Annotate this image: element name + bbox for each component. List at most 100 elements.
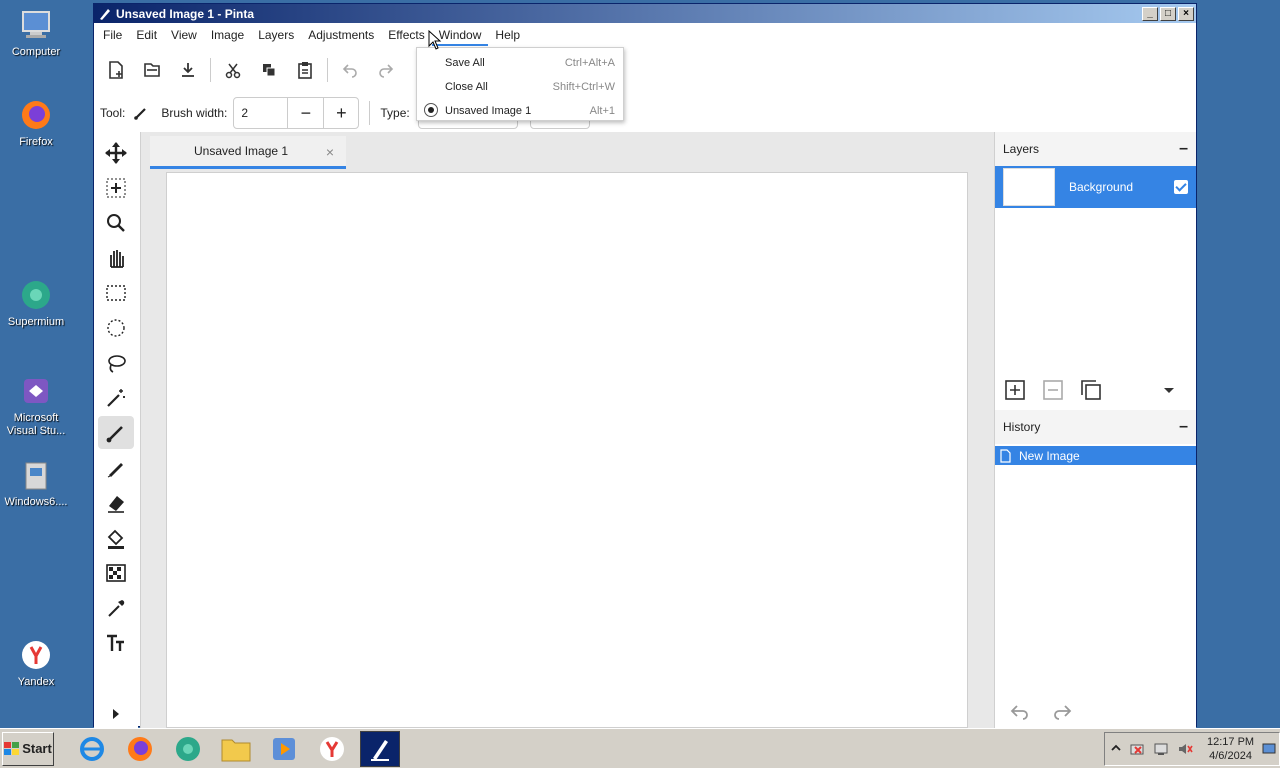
zoom-tool[interactable] bbox=[98, 206, 134, 239]
taskbar-clock[interactable]: 12:17 PM 4/6/2024 bbox=[1207, 735, 1254, 763]
taskbar-file-explorer[interactable] bbox=[216, 731, 256, 767]
move-selection-icon bbox=[106, 178, 126, 197]
taskbar-yandex[interactable] bbox=[312, 731, 352, 767]
copy-button[interactable] bbox=[251, 54, 287, 86]
minimize-button[interactable]: _ bbox=[1142, 6, 1158, 21]
color-picker-tool[interactable] bbox=[98, 591, 134, 624]
menu-item-unsaved-image-1[interactable]: Unsaved Image 1 Alt+1 bbox=[417, 99, 623, 123]
desktop-icon-windows6[interactable]: Windows6.... bbox=[0, 458, 72, 509]
menu-edit[interactable]: Edit bbox=[129, 24, 164, 46]
eraser-tool[interactable] bbox=[98, 486, 134, 519]
document-tab[interactable]: Unsaved Image 1 × bbox=[150, 136, 346, 169]
redo-icon bbox=[379, 64, 394, 78]
menu-view[interactable]: View bbox=[164, 24, 204, 46]
layer-row[interactable]: Background bbox=[995, 166, 1196, 208]
firefox-icon bbox=[19, 98, 53, 132]
desktop-icon-label: Supermium bbox=[7, 316, 65, 328]
maximize-button[interactable]: □ bbox=[1160, 6, 1176, 21]
title-bar[interactable]: Unsaved Image 1 - Pinta _ □ × bbox=[94, 4, 1196, 23]
menu-layers[interactable]: Layers bbox=[251, 24, 301, 46]
redo-button[interactable] bbox=[368, 54, 404, 86]
move-icon bbox=[105, 141, 127, 164]
desktop-icon-supermium[interactable]: Supermium bbox=[0, 278, 72, 329]
rectangle-select-tool[interactable] bbox=[98, 276, 134, 309]
desktop-icon-yandex[interactable]: Yandex bbox=[0, 638, 72, 689]
layer-visibility-checkbox[interactable] bbox=[1174, 180, 1188, 194]
computer-icon bbox=[19, 8, 53, 42]
canvas-area: Unsaved Image 1 × bbox=[140, 132, 994, 728]
brush-width-decrease-button[interactable]: − bbox=[288, 98, 323, 128]
layer-menu-icon[interactable] bbox=[1159, 380, 1179, 400]
history-collapse-button[interactable]: – bbox=[1179, 418, 1188, 436]
menu-help[interactable]: Help bbox=[488, 24, 527, 46]
menu-item-save-all[interactable]: Save All Ctrl+Alt+A bbox=[417, 51, 623, 75]
menu-bar: File Edit View Image Layers Adjustments … bbox=[94, 23, 1196, 47]
taskbar-media-player[interactable] bbox=[264, 731, 304, 767]
add-layer-icon[interactable] bbox=[1005, 380, 1025, 400]
cut-button[interactable] bbox=[215, 54, 251, 86]
duplicate-layer-icon[interactable] bbox=[1081, 380, 1101, 400]
scissors-icon bbox=[225, 63, 241, 79]
history-undo-icon[interactable] bbox=[1009, 702, 1031, 722]
open-button[interactable] bbox=[134, 54, 170, 86]
new-file-icon bbox=[109, 61, 123, 79]
text-tool[interactable] bbox=[98, 626, 134, 659]
paintbrush-icon bbox=[106, 425, 123, 442]
brush-width-input[interactable]: 2 bbox=[234, 98, 289, 128]
desktop-icon-visual-studio[interactable]: Microsoft Visual Stu... bbox=[0, 374, 72, 438]
history-item[interactable]: New Image bbox=[995, 446, 1196, 465]
save-button[interactable] bbox=[170, 54, 206, 86]
taskbar-firefox[interactable] bbox=[120, 731, 160, 767]
layers-collapse-button[interactable]: – bbox=[1179, 140, 1188, 158]
desktop-icon-computer[interactable]: Computer bbox=[0, 8, 72, 59]
new-image-button[interactable] bbox=[98, 54, 134, 86]
paint-bucket-tool[interactable] bbox=[98, 521, 134, 554]
volume-muted-icon[interactable] bbox=[1177, 741, 1193, 757]
menu-effects[interactable]: Effects bbox=[381, 24, 431, 46]
taskbar-internet-explorer[interactable] bbox=[72, 731, 112, 767]
expand-tools-icon[interactable] bbox=[108, 706, 124, 722]
start-button[interactable]: Start bbox=[2, 731, 54, 766]
taskbar-pinta[interactable] bbox=[360, 730, 400, 767]
paintbrush-tool[interactable] bbox=[98, 416, 134, 449]
right-dock: Layers – Background History – New Image bbox=[994, 132, 1196, 728]
ellipse-select-tool[interactable] bbox=[98, 311, 134, 344]
magic-wand-icon bbox=[107, 388, 125, 407]
radio-selected-icon bbox=[424, 103, 438, 117]
close-button[interactable]: × bbox=[1178, 6, 1194, 21]
taskbar: Start 12:17 PM 4/6/2024 bbox=[0, 728, 1280, 768]
menu-item-close-all[interactable]: Close All Shift+Ctrl+W bbox=[417, 75, 623, 99]
paste-button[interactable] bbox=[287, 54, 323, 86]
brush-width-increase-button[interactable]: + bbox=[323, 98, 358, 128]
desktop-icon-label: Firefox bbox=[19, 136, 53, 148]
layers-panel-header: Layers – bbox=[995, 132, 1196, 166]
menu-file[interactable]: File bbox=[96, 24, 129, 46]
close-tab-icon[interactable]: × bbox=[326, 144, 334, 160]
pan-tool[interactable] bbox=[98, 241, 134, 274]
menu-adjustments[interactable]: Adjustments bbox=[301, 24, 381, 46]
network-icon[interactable] bbox=[1153, 741, 1169, 757]
undo-button[interactable] bbox=[332, 54, 368, 86]
move-selection-tool[interactable] bbox=[98, 171, 134, 204]
clipboard-icon bbox=[298, 62, 312, 79]
brush-width-stepper: 2 − + bbox=[233, 97, 360, 129]
menu-image[interactable]: Image bbox=[204, 24, 251, 46]
desktop-icon-label: Windows6.... bbox=[4, 496, 68, 508]
magic-wand-tool[interactable] bbox=[98, 381, 134, 414]
desktop-icon-firefox[interactable]: Firefox bbox=[0, 98, 72, 149]
move-selected-tool[interactable] bbox=[98, 136, 134, 169]
taskbar-supermium[interactable] bbox=[168, 731, 208, 767]
tray-expand-icon[interactable] bbox=[1111, 743, 1121, 755]
network-disconnected-icon[interactable] bbox=[1129, 741, 1145, 757]
history-redo-icon[interactable] bbox=[1051, 702, 1073, 722]
lasso-select-tool[interactable] bbox=[98, 346, 134, 379]
pencil-tool[interactable] bbox=[98, 451, 134, 484]
delete-layer-icon[interactable] bbox=[1043, 380, 1063, 400]
tools-palette bbox=[94, 134, 138, 728]
eraser-icon bbox=[108, 495, 124, 513]
show-desktop-icon[interactable] bbox=[1262, 742, 1276, 756]
gradient-tool[interactable] bbox=[98, 556, 134, 589]
history-navigation bbox=[995, 698, 1196, 726]
folder-icon bbox=[221, 739, 251, 761]
image-canvas[interactable] bbox=[166, 172, 968, 728]
